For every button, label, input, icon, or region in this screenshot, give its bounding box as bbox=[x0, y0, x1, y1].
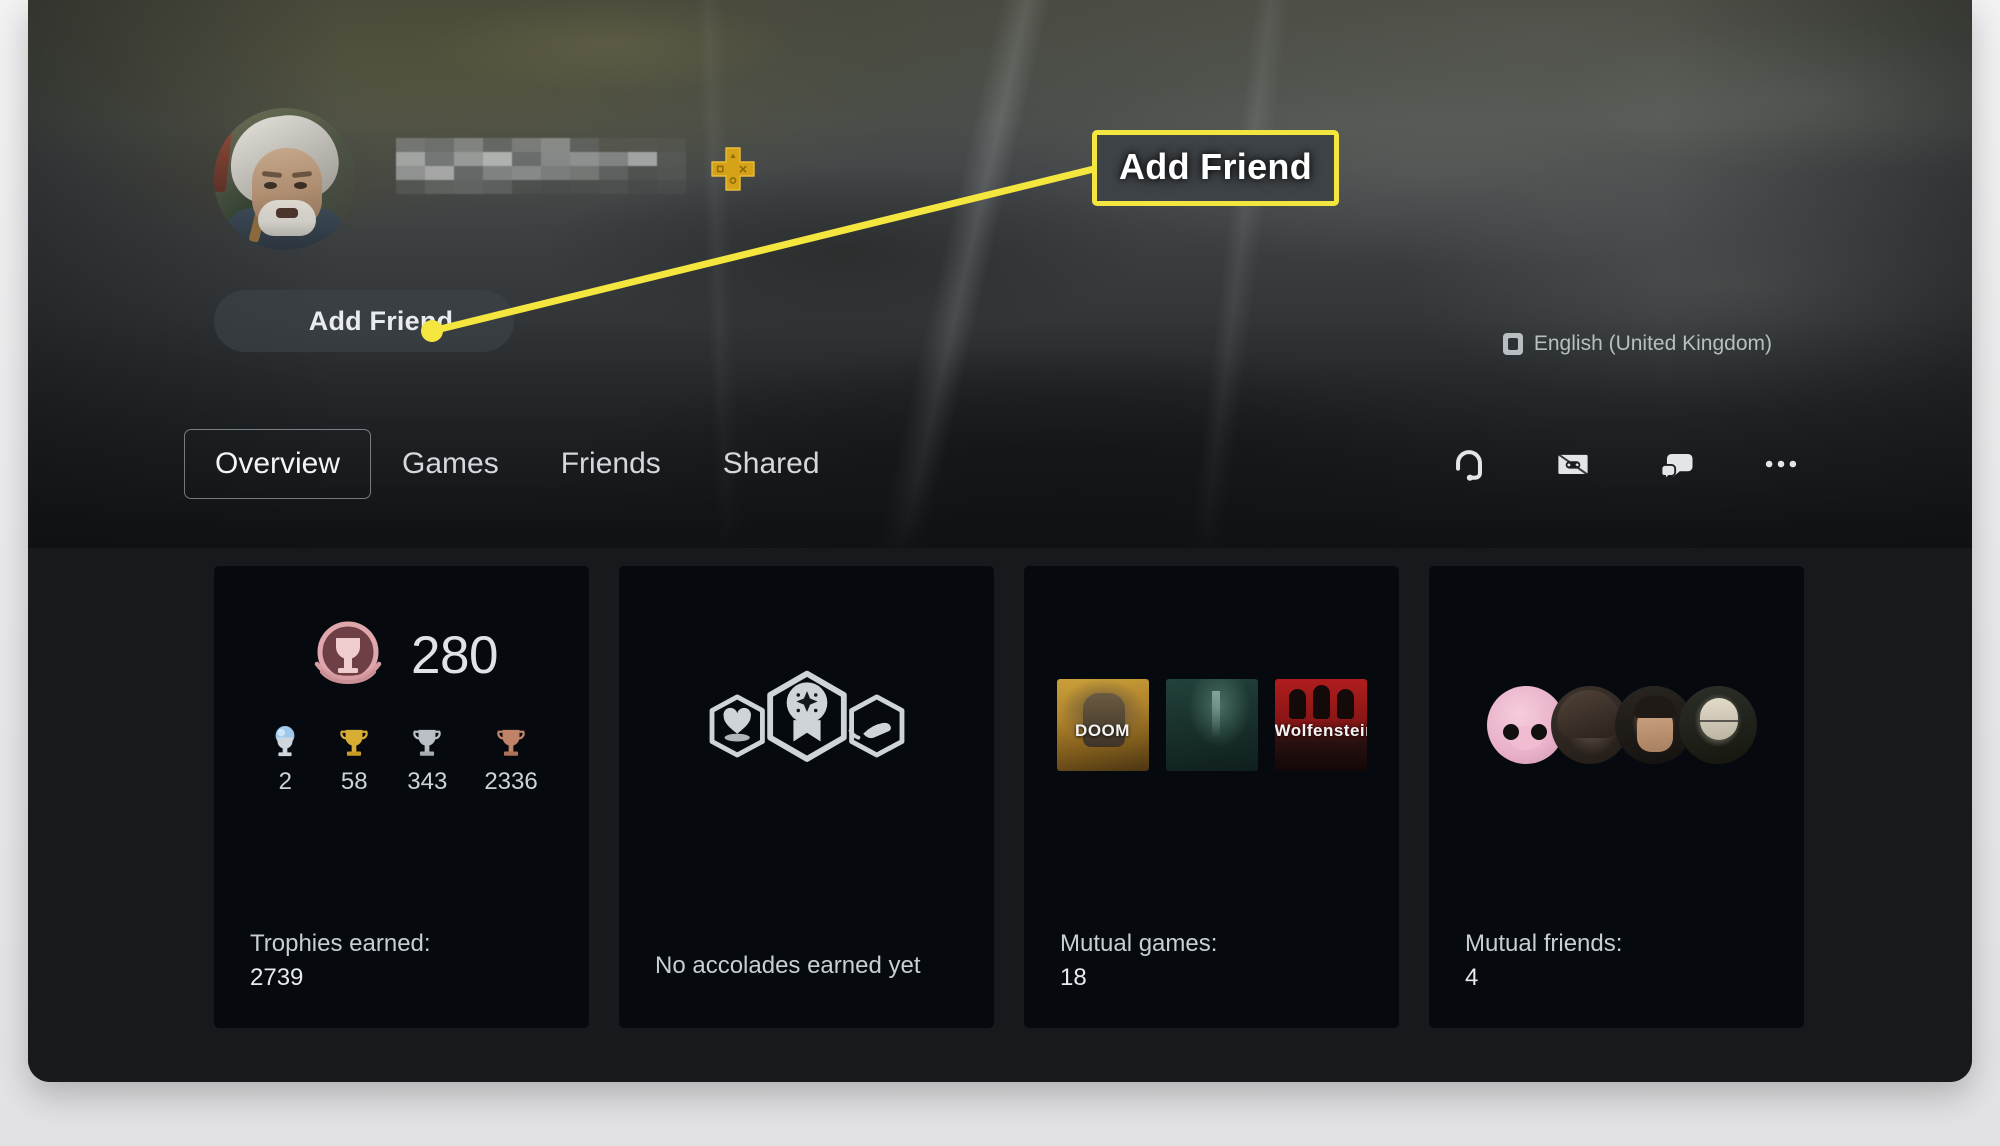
tab-bar: Overview Games Friends Shared bbox=[28, 408, 1972, 520]
mutual-friends-visual bbox=[1429, 566, 1804, 884]
more-options-icon[interactable] bbox=[1758, 441, 1804, 487]
playstation-plus-icon bbox=[710, 146, 756, 192]
man-hair bbox=[1633, 696, 1676, 718]
playstation-profile-screen: Add Friend English (United Kingdom) Over… bbox=[28, 0, 1972, 1082]
trophy-level: 280 bbox=[305, 612, 498, 698]
avatar-eye-left bbox=[264, 182, 277, 189]
game-card-icon[interactable] bbox=[1550, 441, 1596, 487]
old-man-head bbox=[1699, 698, 1738, 740]
accolades-visual bbox=[619, 566, 994, 884]
mutual-games-card[interactable]: DOOM Wolfenstein Mutual games: 18 bbox=[1024, 566, 1399, 1028]
wolfenstein-figure-b bbox=[1312, 685, 1330, 719]
avatar-beard bbox=[258, 200, 316, 236]
trophy-bronze: 2336 bbox=[484, 724, 538, 796]
accolades-card[interactable]: No accolades earned yet bbox=[619, 566, 994, 1028]
friend-avatar-old-man[interactable] bbox=[1678, 686, 1757, 764]
warrior-hair bbox=[1556, 690, 1621, 738]
pig-eye-right bbox=[1530, 724, 1547, 740]
second-cover-spire bbox=[1211, 691, 1220, 737]
game-cover-wolfenstein-label: Wolfenstein bbox=[1274, 721, 1367, 741]
tab-games[interactable]: Games bbox=[371, 429, 530, 499]
accolades-footer: No accolades earned yet bbox=[655, 951, 970, 982]
stat-cards: 280 2 58 343 2336 Trophies earned: 2739 … bbox=[214, 566, 1804, 1028]
mutual-games-footer-value: 18 bbox=[1060, 964, 1087, 992]
trophy-gold-count: 58 bbox=[340, 768, 368, 795]
tab-overview[interactable]: Overview bbox=[184, 429, 372, 499]
old-man-glasses bbox=[1698, 720, 1739, 729]
language-row: English (United Kingdom) bbox=[1502, 332, 1772, 356]
accolades-empty-message: No accolades earned yet bbox=[655, 952, 921, 980]
game-cover-second[interactable] bbox=[1165, 679, 1258, 771]
trophy-gold: 58 bbox=[338, 724, 370, 796]
username-censored bbox=[396, 138, 686, 194]
mutual-friends-card[interactable]: Mutual friends: 4 bbox=[1429, 566, 1804, 1028]
game-cover-wolfenstein[interactable]: Wolfenstein bbox=[1274, 679, 1367, 771]
mutual-games-footer: Mutual games: 18 bbox=[1060, 929, 1375, 994]
mutual-games-visual: DOOM Wolfenstein bbox=[1024, 566, 1399, 884]
trophies-visual: 280 2 58 343 2336 bbox=[214, 566, 589, 884]
game-cover-doom-label: DOOM bbox=[1075, 721, 1130, 741]
trophy-breakdown: 2 58 343 2336 bbox=[265, 724, 538, 796]
wolfenstein-figure-c bbox=[1336, 689, 1354, 719]
trophies-card[interactable]: 280 2 58 343 2336 Trophies earned: 2739 bbox=[214, 566, 589, 1028]
trophy-level-badge-icon bbox=[314, 621, 382, 685]
add-friend-button[interactable]: Add Friend bbox=[214, 290, 514, 352]
trophies-footer-label: Trophies earned: bbox=[250, 929, 431, 957]
tab-shared[interactable]: Shared bbox=[692, 429, 851, 499]
pig-eye-left bbox=[1502, 724, 1519, 740]
game-cover-doom[interactable]: DOOM bbox=[1056, 679, 1149, 771]
trophy-platinum: 2 bbox=[269, 724, 301, 796]
trophy-silver-count: 343 bbox=[407, 768, 448, 795]
avatar-eye-right bbox=[294, 182, 307, 189]
mutual-games-footer-label: Mutual games: bbox=[1060, 929, 1218, 957]
trophy-silver: 343 bbox=[407, 724, 447, 796]
language-label: English (United Kingdom) bbox=[1533, 332, 1772, 355]
avatar-mouth bbox=[276, 208, 298, 218]
overview-content: 280 2 58 343 2336 Trophies earned: 2739 … bbox=[28, 548, 1972, 1082]
mutual-friends-footer-value: 4 bbox=[1465, 964, 1479, 992]
trophy-level-value: 280 bbox=[411, 625, 498, 685]
language-icon bbox=[1502, 333, 1523, 355]
headset-icon[interactable] bbox=[1446, 441, 1492, 487]
tab-action-icons bbox=[1446, 441, 1804, 487]
trophy-platinum-count: 2 bbox=[278, 768, 292, 795]
mutual-friends-footer-label: Mutual friends: bbox=[1465, 929, 1623, 957]
trophies-footer-value: 2739 bbox=[250, 964, 304, 992]
chat-bubbles-icon[interactable] bbox=[1654, 441, 1700, 487]
friend-avatar-stack bbox=[1486, 686, 1757, 764]
mutual-friends-footer: Mutual friends: 4 bbox=[1465, 929, 1780, 994]
trophies-footer: Trophies earned: 2739 bbox=[250, 929, 565, 994]
avatar[interactable] bbox=[214, 108, 356, 250]
trophy-bronze-count: 2336 bbox=[484, 768, 538, 795]
wolfenstein-figure-a bbox=[1288, 689, 1306, 719]
tab-friends[interactable]: Friends bbox=[530, 429, 692, 499]
